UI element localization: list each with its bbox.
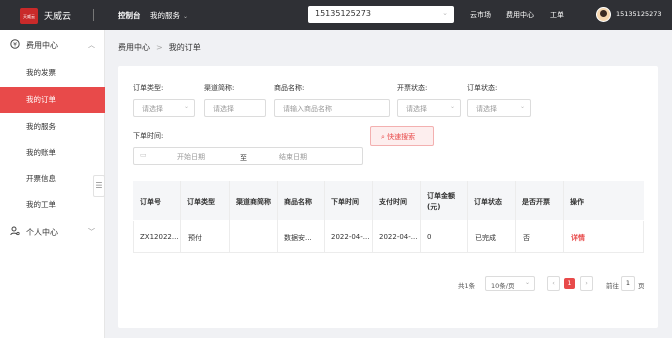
chevron-down-icon: ⌄ <box>183 13 189 20</box>
billing-center-link[interactable]: 费用中心 <box>506 10 534 20</box>
channel-select[interactable]: 请选择 <box>204 99 266 117</box>
cell-order-no: ZX12022... <box>140 233 179 241</box>
col-order-no: 订单号 <box>140 198 161 206</box>
breadcrumb: 费用中心 > 我的订单 <box>118 42 201 53</box>
page-unit-label: 页 <box>638 282 645 290</box>
order-status-label: 订单状态: <box>467 84 498 92</box>
col-actions: 操作 <box>570 198 584 206</box>
order-type-placeholder: 请选择 <box>142 105 163 113</box>
sidebar-item-invoices[interactable]: 我的发票 <box>0 60 105 86</box>
orders-panel: 订单类型: 请选择 ⌄ 渠道简称: 请选择 商品名称: 请输入商品名称 开票状态:… <box>118 66 658 328</box>
cell-order-status: 已完成 <box>475 234 496 242</box>
col-product: 商品名称 <box>284 198 312 206</box>
sidebar-item-bills[interactable]: 我的账单 <box>0 140 105 166</box>
order-status-select[interactable]: 请选择 ⌄ <box>467 99 531 117</box>
product-name-input[interactable]: 请输入商品名称 <box>274 99 390 117</box>
username[interactable]: 15135125273 <box>616 10 662 18</box>
tickets-link[interactable]: 工单 <box>550 10 564 20</box>
yen-circle-icon: ¥ <box>10 38 20 52</box>
col-amount: 订单金额(元) <box>427 192 455 211</box>
next-page-button[interactable]: › <box>580 276 593 291</box>
order-time-label: 下单时间: <box>133 132 164 140</box>
cell-order-time: 2022-04-... <box>331 233 370 241</box>
cell-order-type: 预付 <box>188 234 202 242</box>
avatar[interactable] <box>596 7 611 22</box>
goto-label: 前往 <box>606 282 619 290</box>
chevron-down-icon: ⌄ <box>183 103 189 110</box>
cell-amount: 0 <box>427 233 432 241</box>
account-select[interactable]: 15135125273 ⌄ <box>308 6 454 23</box>
chevron-up-icon: ︿ <box>88 41 95 49</box>
sidebar-item-services[interactable]: 我的服务 <box>0 114 105 140</box>
cell-product: 数据安... <box>284 234 312 242</box>
sidebar-item-invoice-info[interactable]: 开票信息 <box>0 166 105 192</box>
product-name-label: 商品名称: <box>274 84 305 92</box>
table-header: 订单号 订单类型 渠道商简称 商品名称 下单时间 支付时间 订单金额(元) 订单… <box>133 181 644 220</box>
my-services-menu[interactable]: 我的服务 ⌄ <box>150 10 188 21</box>
chevron-down-icon: ﹀ <box>88 228 95 236</box>
sidebar-group-personal[interactable]: 个人中心 ﹀ <box>0 217 105 247</box>
total-count: 共1条 <box>458 282 476 290</box>
order-type-select[interactable]: 请选择 ⌄ <box>133 99 195 117</box>
col-order-status: 订单状态 <box>474 198 502 206</box>
top-navigation-bar: 天威云 天威云 控制台 我的服务 ⌄ 15135125273 ⌄ 云市场 费用中心 … <box>0 0 672 30</box>
invoice-status-placeholder: 请选择 <box>406 105 427 113</box>
quick-search-label: 快速搜索 <box>387 133 416 141</box>
channel-placeholder: 请选择 <box>213 105 234 113</box>
col-channel: 渠道商简称 <box>236 198 271 206</box>
svg-text:¥: ¥ <box>13 41 17 48</box>
quick-search-button[interactable]: ⌕ 快速搜索 <box>370 126 434 146</box>
prev-page-button[interactable]: ‹ <box>547 276 560 291</box>
chevron-down-icon: ⌄ <box>449 103 455 110</box>
breadcrumb-billing-center[interactable]: 费用中心 <box>118 43 150 52</box>
breadcrumb-my-orders: 我的订单 <box>168 43 201 52</box>
invoice-status-select[interactable]: 请选择 ⌄ <box>397 99 461 117</box>
goto-page-input[interactable]: 1 <box>621 276 635 291</box>
cell-pay-time: 2022-04-... <box>379 233 418 241</box>
order-status-placeholder: 请选择 <box>476 105 497 113</box>
channel-label: 渠道简称: <box>204 84 235 92</box>
cell-invoiced: 否 <box>523 234 530 242</box>
brand-name[interactable]: 天威云 <box>44 9 71 22</box>
col-order-type: 订单类型 <box>187 198 215 206</box>
current-page[interactable]: 1 <box>564 278 575 289</box>
sidebar-item-tickets[interactable]: 我的工单 <box>0 192 105 218</box>
page-size-select[interactable]: 10条/页 ⌄ <box>485 276 535 291</box>
sidebar-item-orders[interactable]: 我的订单 <box>0 87 105 113</box>
end-date-input[interactable]: 结束日期 <box>279 152 307 162</box>
chevron-down-icon: ⌄ <box>524 279 530 286</box>
sidebar-collapse-handle[interactable]: ☰ <box>93 175 105 197</box>
sidebar-group-billing[interactable]: ¥ 费用中心 ︿ <box>0 30 105 60</box>
col-invoiced: 是否开票 <box>522 198 550 206</box>
chevron-down-icon: ⌄ <box>519 103 525 110</box>
order-type-label: 订单类型: <box>133 84 164 92</box>
sidebar-group-label: 费用中心 <box>26 40 58 50</box>
divider <box>93 9 94 21</box>
col-order-time: 下单时间 <box>331 198 359 206</box>
calendar-icon: ▭ <box>140 151 147 159</box>
chevron-left-icon: ‹ <box>552 279 555 287</box>
chevron-down-icon: ⌄ <box>442 9 448 17</box>
invoice-status-label: 开票状态: <box>397 84 428 92</box>
details-link[interactable]: 详情 <box>571 233 585 243</box>
cloud-market-link[interactable]: 云市场 <box>470 10 491 20</box>
start-date-input[interactable]: 开始日期 <box>177 152 205 162</box>
user-settings-icon <box>10 226 20 239</box>
pagination: 共1条 10条/页 ⌄ ‹ 1 › 前往 1 页 <box>458 276 648 292</box>
console-link[interactable]: 控制台 <box>118 10 141 21</box>
table-row: ZX12022... 预付 数据安... 2022-04-... 2022-04… <box>133 221 644 253</box>
logo[interactable]: 天威云 <box>20 8 38 24</box>
account-value: 15135125273 <box>315 9 371 18</box>
date-range-separator: 至 <box>240 154 247 162</box>
my-services-label: 我的服务 <box>150 11 180 20</box>
chevron-right-icon: > <box>156 43 163 52</box>
logo-text: 天威云 <box>23 13 35 19</box>
page-size-value: 10条/页 <box>491 282 515 290</box>
col-pay-time: 支付时间 <box>379 198 407 206</box>
order-date-range[interactable]: ▭ 开始日期 至 结束日期 <box>133 147 363 165</box>
chevron-right-icon: › <box>585 279 588 287</box>
search-icon: ⌕ <box>381 133 385 141</box>
sidebar: ¥ 费用中心 ︿ 我的发票 我的订单 我的服务 我的账单 开票信息 我的工单 个… <box>0 30 105 338</box>
sidebar-group-label: 个人中心 <box>26 227 58 237</box>
